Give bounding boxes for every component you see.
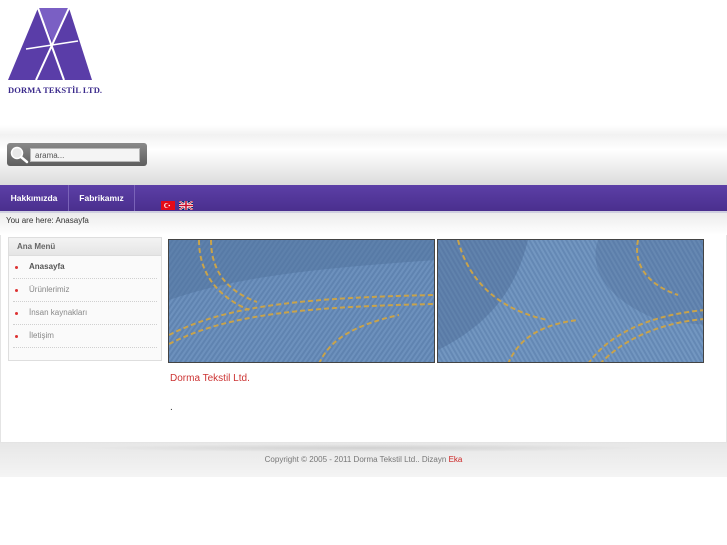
search-input[interactable]	[30, 148, 140, 162]
search-icon[interactable]	[9, 145, 29, 164]
menu-item-iletisim[interactable]: İletişim	[13, 325, 157, 348]
copyright: Copyright © 2005 - 2011 Dorma Tekstil Lt…	[0, 455, 727, 464]
denim-photo-left	[168, 239, 435, 363]
uk-flag-icon[interactable]	[179, 201, 193, 210]
main-menu: Ana Menü Anasayfa Ürünlerimiz İnsan kayn…	[8, 237, 162, 361]
bullet-icon	[15, 266, 18, 269]
menu-item-label: İletişim	[29, 331, 54, 340]
denim-photo-right	[437, 239, 704, 363]
search-box	[7, 143, 147, 166]
bullet-icon	[15, 289, 18, 292]
main-nav: Hakkımızda Fabrikamız	[0, 185, 727, 213]
breadcrumb: You are here: Anasayfa	[6, 216, 89, 225]
menu-item-label: İnsan kaynakları	[29, 308, 88, 317]
breadcrumb-bar	[0, 213, 727, 235]
body-text: .	[170, 402, 173, 413]
menu-item-insan-kaynaklari[interactable]: İnsan kaynakları	[13, 302, 157, 325]
menu-item-urunlerimiz[interactable]: Ürünlerimiz	[13, 279, 157, 302]
nav-item-hakkimizda[interactable]: Hakkımızda	[0, 185, 69, 211]
turkish-flag-icon[interactable]	[161, 201, 175, 210]
company-name: Dorma Tekstil Ltd.	[170, 373, 250, 384]
logo-text: DORMA TEKSTİL LTD.	[8, 85, 103, 95]
dorma-logo-icon[interactable]	[8, 7, 94, 82]
copyright-text: Copyright © 2005 - 2011 Dorma Tekstil Lt…	[264, 455, 447, 464]
bullet-icon	[15, 312, 18, 315]
menu-item-label: Ürünlerimiz	[29, 285, 70, 294]
nav-item-fabrikamiz[interactable]: Fabrikamız	[69, 185, 135, 211]
footer-divider	[80, 444, 650, 452]
menu-item-anasayfa[interactable]: Anasayfa	[13, 256, 157, 279]
header: DORMA TEKSTİL LTD.	[0, 0, 727, 185]
bullet-icon	[15, 335, 18, 338]
designer-link[interactable]: Eka	[449, 455, 463, 464]
menu-item-label: Anasayfa	[29, 262, 65, 271]
menu-title: Ana Menü	[9, 238, 161, 256]
